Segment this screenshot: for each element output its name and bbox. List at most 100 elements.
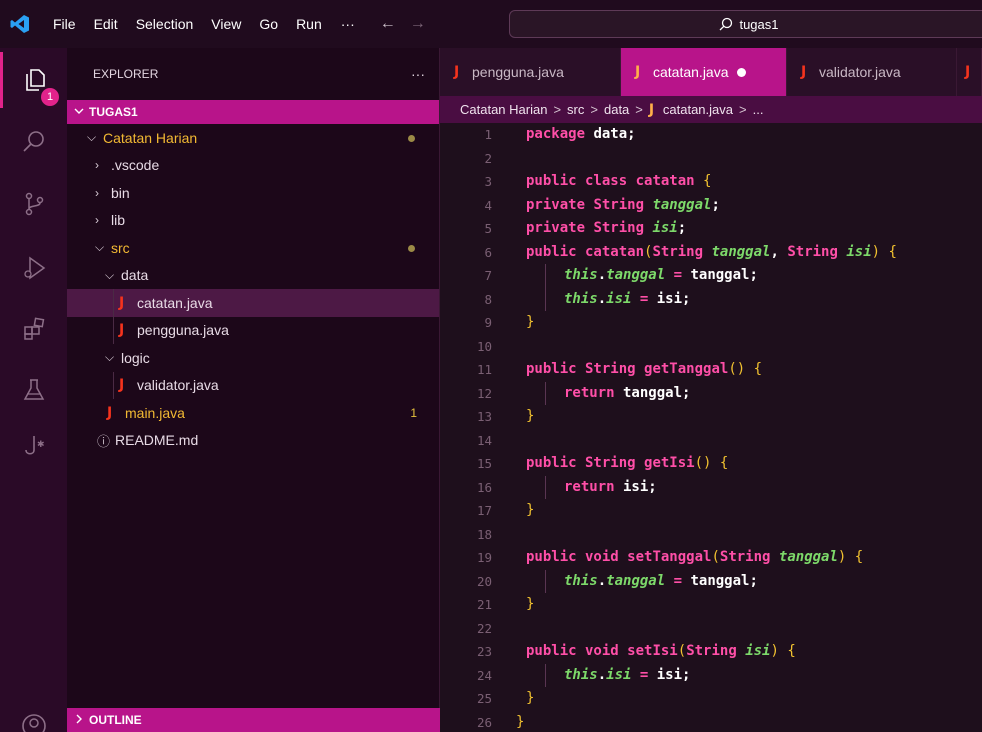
code-line: 3 public class catatan { [484, 173, 712, 189]
chevron-right-icon [73, 713, 85, 728]
tab-catatan[interactable]: J catatan.java [621, 48, 787, 96]
chevron-right-icon: > [590, 102, 598, 117]
explorer-header: EXPLORER ··· [67, 48, 439, 100]
tree-folder-vscode[interactable]: › .vscode [67, 152, 439, 180]
tree-label: logic [121, 349, 150, 366]
indent-guide [113, 289, 114, 317]
info-icon: ⓘ [97, 433, 111, 449]
outline-section-header[interactable]: OUTLINE [67, 708, 440, 732]
explorer-more-button[interactable]: ··· [411, 66, 425, 82]
modified-dot [408, 245, 415, 252]
breadcrumb-item[interactable]: data [604, 102, 629, 117]
tree-file-main[interactable]: J main.java 1 [67, 399, 439, 427]
java-file-icon: J [119, 294, 125, 311]
tree-label: main.java [125, 404, 185, 421]
menu-selection[interactable]: Selection [127, 0, 203, 48]
breadcrumb-item[interactable]: catatan.java [663, 102, 733, 117]
tree-folder-catatan-harian[interactable]: ⌵ Catatan Harian [67, 124, 439, 152]
tree-label: bin [111, 184, 130, 201]
tab-label: pengguna.java [472, 64, 564, 80]
explorer-title: EXPLORER [93, 67, 159, 81]
code-line: 25} [476, 690, 535, 706]
tree-file-validator[interactable]: J validator.java [67, 371, 439, 399]
tree-folder-logic[interactable]: ⌵ logic [67, 344, 439, 372]
code-line: 2 [484, 150, 492, 166]
java-file-icon: J [648, 101, 655, 118]
code-line: 18 [476, 526, 492, 542]
forward-arrow-icon[interactable]: → [403, 15, 433, 33]
menu-run[interactable]: Run [287, 0, 331, 48]
menu-more-button[interactable]: ··· [331, 16, 365, 32]
code-line: 19 public void setTanggal(String tanggal)… [476, 549, 864, 565]
explorer-sidebar: EXPLORER ··· TUGAS1 ⌵ Catatan Harian › .… [67, 48, 440, 732]
modified-dot [408, 135, 415, 142]
code-line: 8 this.isi = isi; [440, 287, 982, 311]
chevron-down-icon: ⌵ [105, 350, 115, 365]
extensions-icon[interactable] [0, 301, 67, 357]
search-text: tugas1 [739, 16, 779, 32]
breadcrumb-item[interactable]: src [567, 102, 584, 117]
code-line: 10 [476, 338, 492, 354]
tree-file-pengguna[interactable]: J pengguna.java [67, 316, 439, 344]
svg-text:✱: ✱ [37, 440, 45, 450]
code-line: 4 private String tanggal; [484, 196, 720, 213]
explorer-badge: 1 [41, 88, 59, 106]
source-control-icon[interactable] [0, 176, 67, 232]
workspace-section-header[interactable]: TUGAS1 [67, 100, 439, 124]
java-file-icon: J [119, 377, 125, 394]
menu-file[interactable]: File [44, 0, 85, 48]
java-file-icon: J [635, 64, 641, 80]
java-file-icon: J [965, 64, 971, 80]
explorer-icon[interactable]: 1 [0, 52, 67, 108]
tab-pengguna[interactable]: J pengguna.java [440, 48, 621, 96]
tree-label: data [121, 267, 149, 284]
tree-label: catatan.java [137, 294, 213, 311]
code-line: 14 [476, 432, 492, 448]
outline-title: OUTLINE [89, 713, 142, 727]
testing-icon[interactable] [0, 362, 67, 418]
command-center-search[interactable]: tugas1 [509, 10, 982, 38]
code-editor[interactable]: 1 package data; 2 3 public class catatan {… [440, 123, 982, 732]
tree-label: Catatan Harian [103, 129, 198, 146]
menu-view[interactable]: View [202, 0, 250, 48]
code-line: 13} [476, 408, 535, 424]
tree-file-catatan[interactable]: J catatan.java [67, 289, 439, 317]
breadcrumb-item[interactable]: Catatan Harian [460, 102, 547, 117]
tree-label: README.md [115, 432, 199, 449]
code-line: 11 public String getTanggal() { [476, 361, 763, 377]
vscode-logo-icon [0, 0, 40, 48]
chevron-right-icon: > [739, 102, 747, 117]
code-line: 26} [476, 713, 525, 730]
breadcrumb: Catatan Harian > src > data > J catatan.… [440, 96, 982, 123]
java-file-icon: J [454, 64, 460, 80]
code-line: 6 public catatan(String tanggal, String i… [484, 243, 897, 260]
tree-file-readme[interactable]: ⓘ README.md [67, 427, 439, 455]
tab-overflow[interactable]: J [957, 48, 982, 96]
tree-folder-lib[interactable]: › lib [67, 207, 439, 235]
unsaved-dot[interactable] [736, 67, 746, 77]
chevron-down-icon: ⌵ [87, 130, 97, 145]
navigation-arrows: ← → [373, 15, 433, 33]
menu-go[interactable]: Go [250, 0, 287, 48]
code-line: 9} [484, 314, 535, 330]
chevron-down-icon: ⌵ [105, 267, 115, 282]
java-icon[interactable]: ✱ [0, 418, 67, 474]
problem-count: 1 [410, 405, 417, 420]
menu-bar: File Edit Selection View Go Run ··· [44, 0, 365, 48]
title-bar: File Edit Selection View Go Run ··· ← → … [0, 0, 982, 48]
tree-folder-bin[interactable]: › bin [67, 179, 439, 207]
tree-folder-data[interactable]: ⌵ data [67, 262, 439, 290]
tab-validator[interactable]: J validator.java [787, 48, 957, 96]
search-icon[interactable] [0, 113, 67, 169]
code-line: 12 return tanggal; [440, 381, 982, 405]
tree-folder-src[interactable]: ⌵ src [67, 234, 439, 262]
back-arrow-icon[interactable]: ← [373, 15, 403, 33]
breadcrumb-item[interactable]: ... [753, 102, 764, 117]
tree-label: validator.java [137, 377, 219, 394]
menu-edit[interactable]: Edit [85, 0, 127, 48]
search-icon [720, 17, 733, 31]
chevron-right-icon: > [553, 102, 562, 117]
account-icon[interactable] [0, 698, 67, 732]
code-line: 16 return isi; [440, 475, 982, 499]
run-debug-icon[interactable] [0, 240, 67, 296]
